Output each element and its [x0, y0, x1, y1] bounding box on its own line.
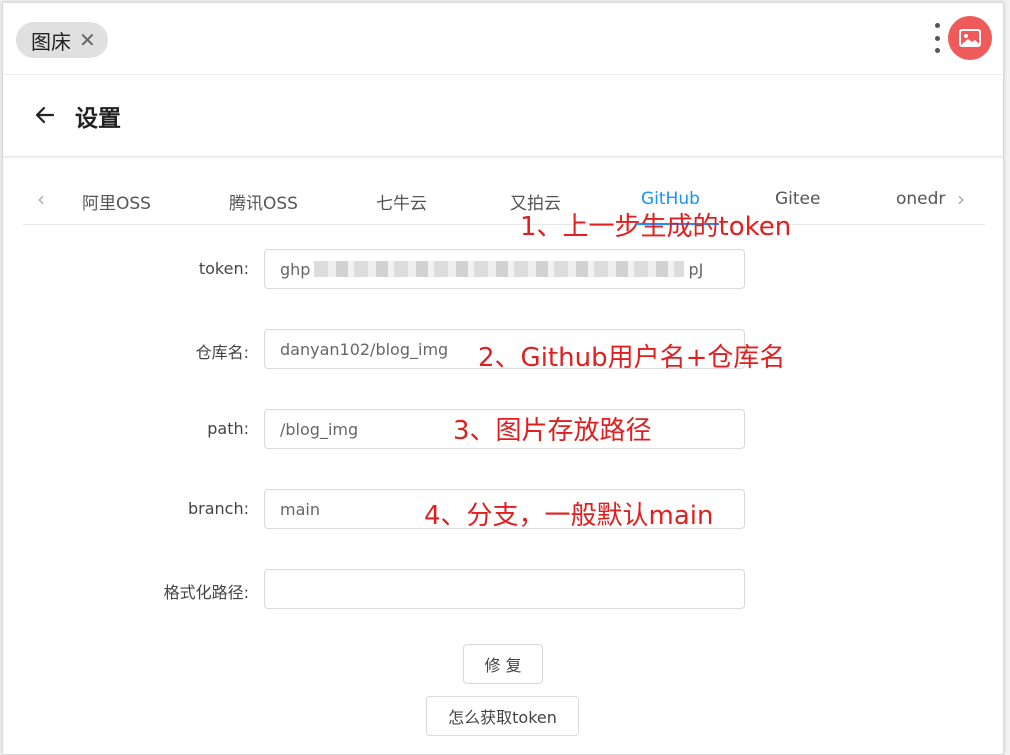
tab-onedrive[interactable]: onedr	[896, 189, 945, 209]
token-label: token:	[198, 259, 249, 278]
path-value: /blog_img	[280, 419, 359, 439]
format-path-label: 格式化路径:	[163, 583, 249, 602]
back-arrow-icon[interactable]	[33, 103, 57, 127]
format-path-input[interactable]	[264, 569, 745, 609]
close-icon[interactable]: ✕	[79, 30, 96, 50]
picbed-chip[interactable]: 图床 ✕	[16, 22, 108, 58]
annotation-path: 3、图片存放路径	[453, 416, 652, 446]
token-value-end: pJ	[688, 259, 704, 279]
storage-tabs: ‹ 阿里OSS 腾讯OSS 七牛云 又拍云 GitHub Gitee onedr…	[23, 179, 985, 225]
avatar[interactable]	[948, 16, 992, 60]
tab-tencent-oss[interactable]: 腾讯OSS	[229, 189, 298, 214]
more-menu-icon[interactable]	[931, 23, 943, 53]
redacted-mask	[314, 261, 685, 277]
branch-value: main	[280, 499, 320, 519]
path-label: path:	[207, 419, 249, 438]
page-title: 设置	[75, 106, 121, 132]
repair-button[interactable]: 修 复	[463, 644, 543, 684]
top-bar: 图床 ✕	[3, 3, 1003, 75]
token-value-start: ghp	[280, 259, 311, 279]
app-window: 图床 ✕ 设置 ‹ 阿里OSS 腾讯OSS 七牛云 又拍云 GitHub Git…	[2, 2, 1004, 755]
annotation-repo: 2、Github用户名+仓库名	[478, 343, 786, 373]
chevron-right-icon[interactable]: ›	[957, 187, 965, 211]
annotation-token: 1、上一步生成的token	[520, 212, 792, 242]
repo-label: 仓库名:	[195, 343, 249, 362]
branch-label: branch:	[187, 499, 249, 518]
token-input[interactable]: ghp pJ	[264, 249, 745, 289]
image-icon	[959, 29, 981, 47]
annotation-branch: 4、分支，一般默认main	[424, 501, 714, 531]
settings-header: 设置	[3, 75, 1003, 157]
chevron-left-icon[interactable]: ‹	[37, 187, 45, 211]
tab-qiniu[interactable]: 七牛云	[376, 189, 427, 214]
tab-aliyun-oss[interactable]: 阿里OSS	[82, 189, 151, 214]
chip-label: 图床	[31, 29, 71, 54]
repo-value: danyan102/blog_img	[280, 339, 449, 359]
how-to-get-token-button[interactable]: 怎么获取token	[426, 696, 579, 736]
